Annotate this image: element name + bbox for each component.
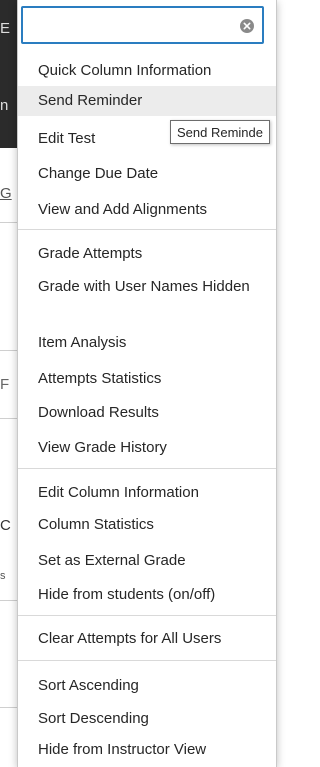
menu-item-item-analysis[interactable]: Item Analysis: [18, 333, 276, 352]
menu-search-input[interactable]: [23, 8, 233, 42]
menu-divider: [18, 660, 276, 661]
menu-item-attempts-statistics[interactable]: Attempts Statistics: [18, 369, 276, 388]
menu-item-column-statistics[interactable]: Column Statistics: [18, 515, 276, 534]
background-text-fragment: C: [0, 517, 11, 534]
send-reminder-tooltip: Send Reminde: [170, 120, 270, 144]
menu-divider: [18, 468, 276, 469]
menu-item-grade-attempts[interactable]: Grade Attempts: [18, 244, 276, 263]
menu-item-download-results[interactable]: Download Results: [18, 403, 276, 422]
menu-item-set-as-external-grade[interactable]: Set as External Grade: [18, 551, 276, 570]
menu-item-send-reminder[interactable]: Send Reminder: [18, 86, 276, 116]
background-text-fragment: G: [0, 185, 12, 202]
menu-divider: [18, 615, 276, 616]
menu-item-hide-from-students[interactable]: Hide from students (on/off): [18, 585, 276, 604]
menu-item-change-due-date[interactable]: Change Due Date: [18, 164, 276, 183]
clear-search-icon[interactable]: [240, 19, 254, 33]
menu-item-sort-descending[interactable]: Sort Descending: [18, 709, 276, 728]
menu-item-sort-ascending[interactable]: Sort Ascending: [18, 676, 276, 695]
menu-item-clear-attempts-for-all-users[interactable]: Clear Attempts for All Users: [18, 629, 276, 648]
menu-item-view-grade-history[interactable]: View Grade History: [18, 438, 276, 457]
menu-item-grade-with-user-names-hidden[interactable]: Grade with User Names Hidden: [18, 278, 276, 296]
menu-item-hide-from-instructor-view[interactable]: Hide from Instructor View: [18, 740, 276, 759]
menu-search-box: [21, 6, 264, 44]
column-context-menu: Quick Column Information Send Reminder E…: [17, 0, 277, 767]
background-text-fragment: F: [0, 376, 10, 393]
menu-item-quick-column-information[interactable]: Quick Column Information: [18, 61, 276, 80]
background-text-fragment: n: [0, 97, 9, 114]
menu-item-view-and-add-alignments[interactable]: View and Add Alignments: [18, 200, 276, 219]
menu-divider: [18, 229, 276, 230]
menu-item-edit-column-information[interactable]: Edit Column Information: [18, 483, 276, 502]
background-text-fragment: s: [0, 570, 6, 582]
background-text-fragment: E: [0, 20, 11, 37]
